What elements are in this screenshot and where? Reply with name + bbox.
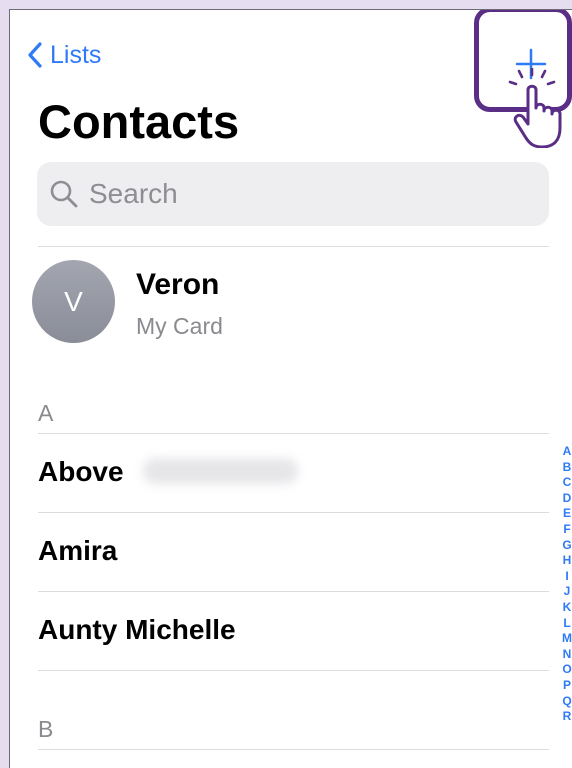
divider: [38, 749, 549, 750]
index-letter[interactable]: K: [563, 600, 572, 616]
index-letter[interactable]: L: [563, 616, 570, 632]
back-label: Lists: [50, 40, 102, 69]
contact-row[interactable]: Amira: [38, 535, 117, 567]
redacted-text: [143, 458, 298, 484]
index-letter[interactable]: G: [562, 538, 571, 554]
contacts-screen: Lists Contacts V Veron My Card A Above: [9, 9, 572, 768]
search-input[interactable]: [87, 177, 531, 211]
divider: [38, 512, 549, 513]
index-letter[interactable]: A: [563, 444, 572, 460]
page-title: Contacts: [38, 95, 240, 148]
search-bar[interactable]: [37, 162, 549, 226]
index-letter[interactable]: I: [565, 569, 568, 585]
alphabet-index[interactable]: ABCDEFGHIJKLMNOPQR: [560, 444, 572, 725]
index-letter[interactable]: H: [563, 553, 572, 569]
my-card-subtitle: My Card: [136, 313, 223, 339]
index-letter[interactable]: E: [563, 506, 571, 522]
back-button[interactable]: Lists: [28, 40, 101, 70]
index-letter[interactable]: O: [562, 662, 571, 678]
index-letter[interactable]: Q: [562, 694, 571, 710]
search-icon: [50, 180, 78, 208]
my-card-name: Veron: [136, 268, 220, 301]
index-letter[interactable]: D: [563, 491, 572, 507]
index-letter[interactable]: R: [563, 709, 572, 725]
divider: [38, 433, 549, 434]
section-header-b: B: [38, 716, 54, 742]
chevron-left-icon: [28, 42, 42, 68]
index-letter[interactable]: F: [563, 522, 570, 538]
index-letter[interactable]: C: [563, 475, 572, 491]
divider: [38, 591, 549, 592]
contact-row[interactable]: Above: [38, 456, 124, 488]
divider: [38, 670, 549, 671]
index-letter[interactable]: N: [563, 647, 572, 663]
section-header-a: A: [38, 400, 54, 426]
index-letter[interactable]: P: [563, 678, 571, 694]
index-letter[interactable]: B: [563, 460, 572, 476]
divider: [38, 246, 549, 247]
hand-pointer-icon: [508, 68, 562, 148]
index-letter[interactable]: J: [564, 584, 571, 600]
contact-row[interactable]: Aunty Michelle: [38, 614, 236, 646]
my-card-row[interactable]: V Veron My Card: [32, 260, 512, 350]
index-letter[interactable]: M: [562, 631, 572, 647]
avatar: V: [32, 260, 115, 343]
